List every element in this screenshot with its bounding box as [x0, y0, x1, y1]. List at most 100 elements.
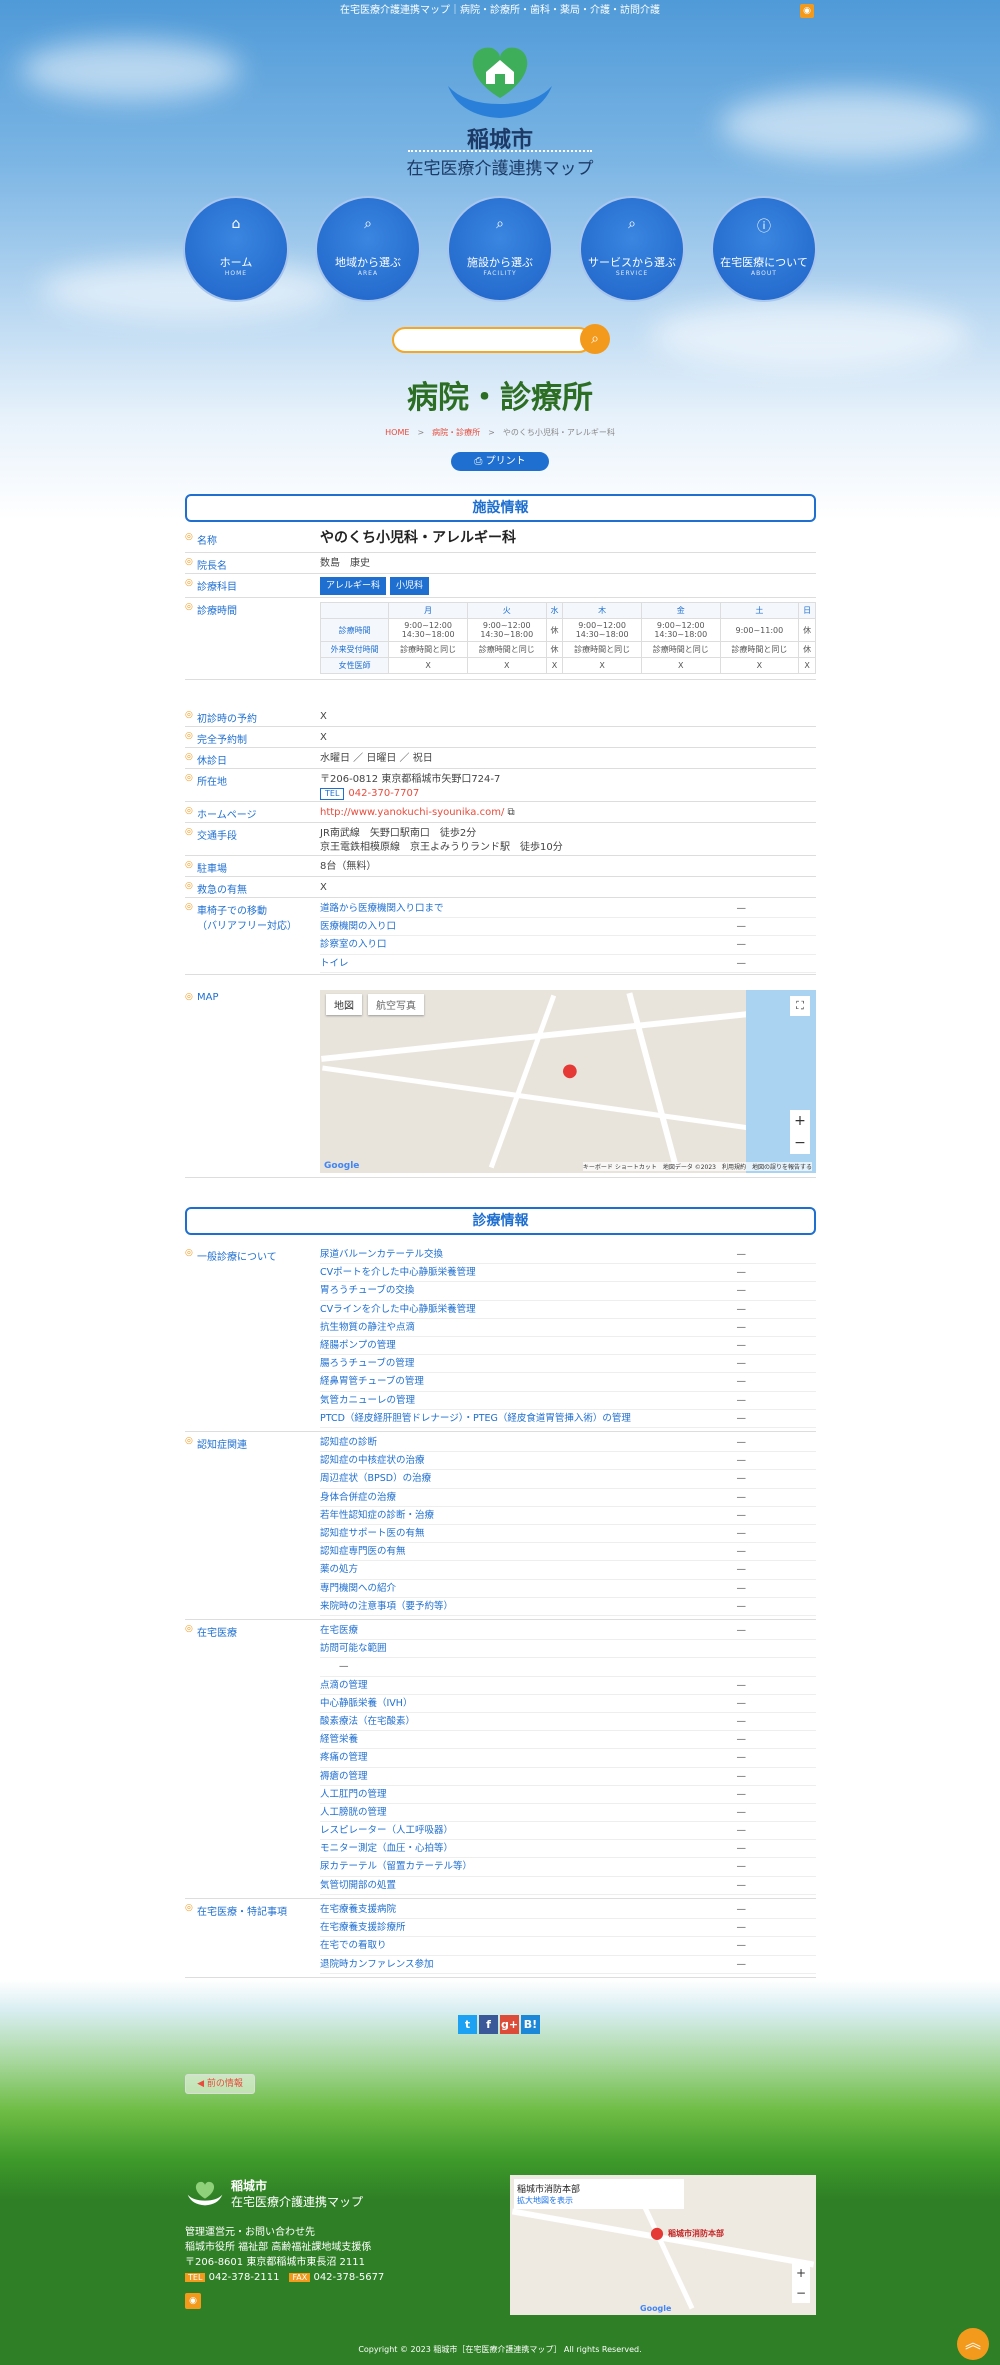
- nav-area[interactable]: ⌕ 地域から選ぶ AREA: [315, 196, 421, 302]
- site-logo[interactable]: [440, 38, 560, 124]
- item-value: —: [736, 1376, 747, 1388]
- nav-home[interactable]: ⌂ ホーム HOME: [183, 196, 289, 302]
- hours-header: 日: [798, 602, 816, 619]
- item-value: —: [736, 1394, 747, 1406]
- nav-service[interactable]: ⌕ サービスから選ぶ SERVICE: [579, 196, 685, 302]
- facility-heading: 施設情報: [185, 494, 816, 522]
- list-item: 気管切開部の処置 —: [320, 1877, 816, 1895]
- dept-tag[interactable]: アレルギー科: [320, 577, 387, 595]
- search-input[interactable]: [392, 327, 592, 353]
- hours-header: 金: [640, 602, 721, 619]
- item-label: 身体合併症の治療: [320, 1491, 397, 1503]
- list-item: トイレ —: [320, 955, 816, 973]
- item-value: —: [736, 1455, 747, 1467]
- item-label: PTCD（経皮経肝胆管ドレナージ）・PTEG（経皮食道胃管挿入術）の管理: [320, 1412, 631, 1424]
- item-label: 来院時の注意事項（要予約等）: [320, 1600, 454, 1612]
- phone-number[interactable]: 042-370-7707: [348, 788, 419, 799]
- footer-map[interactable]: 稲城市消防本部 拡大地図を表示 ● 稲城市消防本部 + − Google: [510, 2175, 816, 2315]
- item-value: —: [736, 1303, 747, 1315]
- hours-cell: 診療時間と同じ: [466, 641, 547, 658]
- list-item: 腸ろうチューブの管理 —: [320, 1355, 816, 1374]
- row-barrierfree: 車椅子での移動 （バリアフリー対応） 道路から医療機関入り口まで — 医療機関の入り…: [185, 898, 816, 975]
- google-map[interactable]: ● 地図 航空写真 ⛶ + − Google キーボード ショートカット 地図デー…: [320, 990, 816, 1173]
- map-tab-map[interactable]: 地図: [326, 994, 362, 1015]
- homepage-link[interactable]: http://www.yanokuchi-syounika.com/: [320, 807, 504, 818]
- contact-line: 〒206-8601 東京都稲城市東長沼 2111: [185, 2257, 365, 2268]
- map-tab-satellite[interactable]: 航空写真: [368, 994, 424, 1015]
- item-label: 経腸ポンプの管理: [320, 1339, 396, 1351]
- item-label: 診察室の入り口: [320, 939, 387, 951]
- zoom-control[interactable]: + −: [792, 2263, 810, 2303]
- footer-logo[interactable]: 稲城市 在宅医療介護連携マップ: [185, 2175, 385, 2215]
- footer-city: 稲城市: [231, 2179, 268, 2193]
- item-value: —: [736, 1697, 747, 1709]
- hours-header: 木: [562, 602, 642, 619]
- hours-cell: 診療時間と同じ: [640, 641, 721, 658]
- rss-icon[interactable]: ◉: [800, 4, 814, 18]
- nav-about[interactable]: ⓘ 在宅医療について ABOUT: [711, 196, 817, 302]
- search-button[interactable]: ⌕: [580, 324, 610, 354]
- print-button[interactable]: ⎙ プリント: [451, 452, 549, 471]
- search-icon: ⌕: [496, 216, 504, 232]
- hours-cell: X: [719, 657, 800, 674]
- hatena-icon[interactable]: B!: [521, 2015, 540, 2034]
- item-value: —: [736, 1904, 747, 1915]
- field-label: 完全予約制: [185, 731, 247, 746]
- breadcrumb-category[interactable]: 病院・診療所: [432, 428, 480, 437]
- medical-group: 在宅医療・特記事項在宅療養支援病院—在宅療養支援診療所—在宅での看取り—退院時カ…: [185, 1899, 816, 1978]
- field-label-text: 車椅子での移動: [197, 906, 267, 917]
- search-icon: ⌕: [628, 216, 636, 232]
- item-label: CVラインを介した中心静脈栄養管理: [320, 1303, 476, 1315]
- row-access: 交通手段 JR南武線 矢野口駅南口 徒歩2分京王電鉄相模原線 京王よみうりランド駅…: [185, 823, 816, 856]
- footer-contact: 管理運営元・お問い合わせ先 稲城市役所 福祉部 高齢福祉課地域支援係 〒206-…: [185, 2225, 445, 2309]
- dept-tag[interactable]: 小児科: [390, 577, 430, 595]
- list-item: 在宅医療 —: [320, 1622, 816, 1641]
- list-item: 訪問可能な範囲: [320, 1640, 816, 1659]
- item-value: —: [736, 1752, 747, 1764]
- item-label: 若年性認知症の診断・治療: [320, 1509, 435, 1521]
- hours-header: 火: [466, 602, 547, 619]
- field-label: 名称: [185, 532, 217, 547]
- medical-group: 在宅医療在宅医療—訪問可能な範囲 —点滴の管理—中心静脈栄養（IVH）—酸素療法…: [185, 1620, 816, 1899]
- item-label: 点滴の管理: [320, 1679, 368, 1691]
- item-label: 在宅療養支援病院: [320, 1904, 397, 1915]
- nav-sub: HOME: [224, 270, 248, 277]
- list-item: 在宅での看取り —: [320, 1937, 816, 1956]
- hours-cell: 9:00~12:00 14:30~18:00: [388, 618, 468, 642]
- twitter-icon[interactable]: t: [458, 2015, 477, 2034]
- row-homepage: ホームページ http://www.yanokuchi-syounika.com/…: [185, 802, 816, 823]
- list-item: CVポートを介した中心静脈栄養管理 —: [320, 1264, 816, 1283]
- facebook-icon[interactable]: f: [479, 2015, 498, 2034]
- nav-label: ホーム: [219, 256, 253, 269]
- back-to-top-button[interactable]: ︽: [957, 2328, 989, 2360]
- item-value: —: [736, 1321, 747, 1333]
- item-value: —: [736, 1715, 747, 1727]
- row-depts: 診療科目 アレルギー科小児科: [185, 574, 816, 598]
- item-label: レスピレーター（人工呼吸器）: [320, 1825, 454, 1837]
- footer-phone[interactable]: 042-378-2111: [209, 2272, 280, 2283]
- hours-cell: 9:00~12:00 14:30~18:00: [562, 618, 642, 642]
- medical-heading: 診療情報: [185, 1207, 816, 1235]
- list-item: 在宅療養支援病院 —: [320, 1901, 816, 1920]
- list-item: 酸素療法（在宅酸素） —: [320, 1713, 816, 1732]
- fullscreen-icon[interactable]: ⛶: [790, 996, 810, 1016]
- copy-icon[interactable]: ⧉: [508, 807, 515, 818]
- googleplus-icon[interactable]: g+: [500, 2015, 519, 2034]
- item-label: 医療機関の入り口: [320, 921, 397, 933]
- item-value: —: [736, 1788, 747, 1800]
- breadcrumb-home[interactable]: HOME: [385, 428, 409, 437]
- map-enlarge-link[interactable]: 拡大地図を表示: [517, 2195, 681, 2206]
- facility-name: やのくち小児科・アレルギー科: [320, 530, 516, 546]
- nav-facility[interactable]: ⌕ 施設から選ぶ FACILITY: [447, 196, 553, 302]
- prev-button[interactable]: ◀ 前の情報: [185, 2074, 255, 2094]
- item-value: —: [736, 1582, 747, 1594]
- list-item: モニター測定（血圧・心拍等） —: [320, 1840, 816, 1859]
- hours-cell: 9:00~11:00: [719, 618, 800, 642]
- zoom-control[interactable]: + −: [790, 1110, 810, 1154]
- rss-icon[interactable]: ◉: [185, 2293, 201, 2309]
- field-label: 休診日: [185, 752, 227, 767]
- map-pin-icon[interactable]: ●: [562, 1060, 578, 1081]
- hours-cell: X: [466, 657, 547, 674]
- map-pin-icon[interactable]: ●: [650, 2223, 664, 2242]
- list-item: 中心静脈栄養（IVH） —: [320, 1695, 816, 1713]
